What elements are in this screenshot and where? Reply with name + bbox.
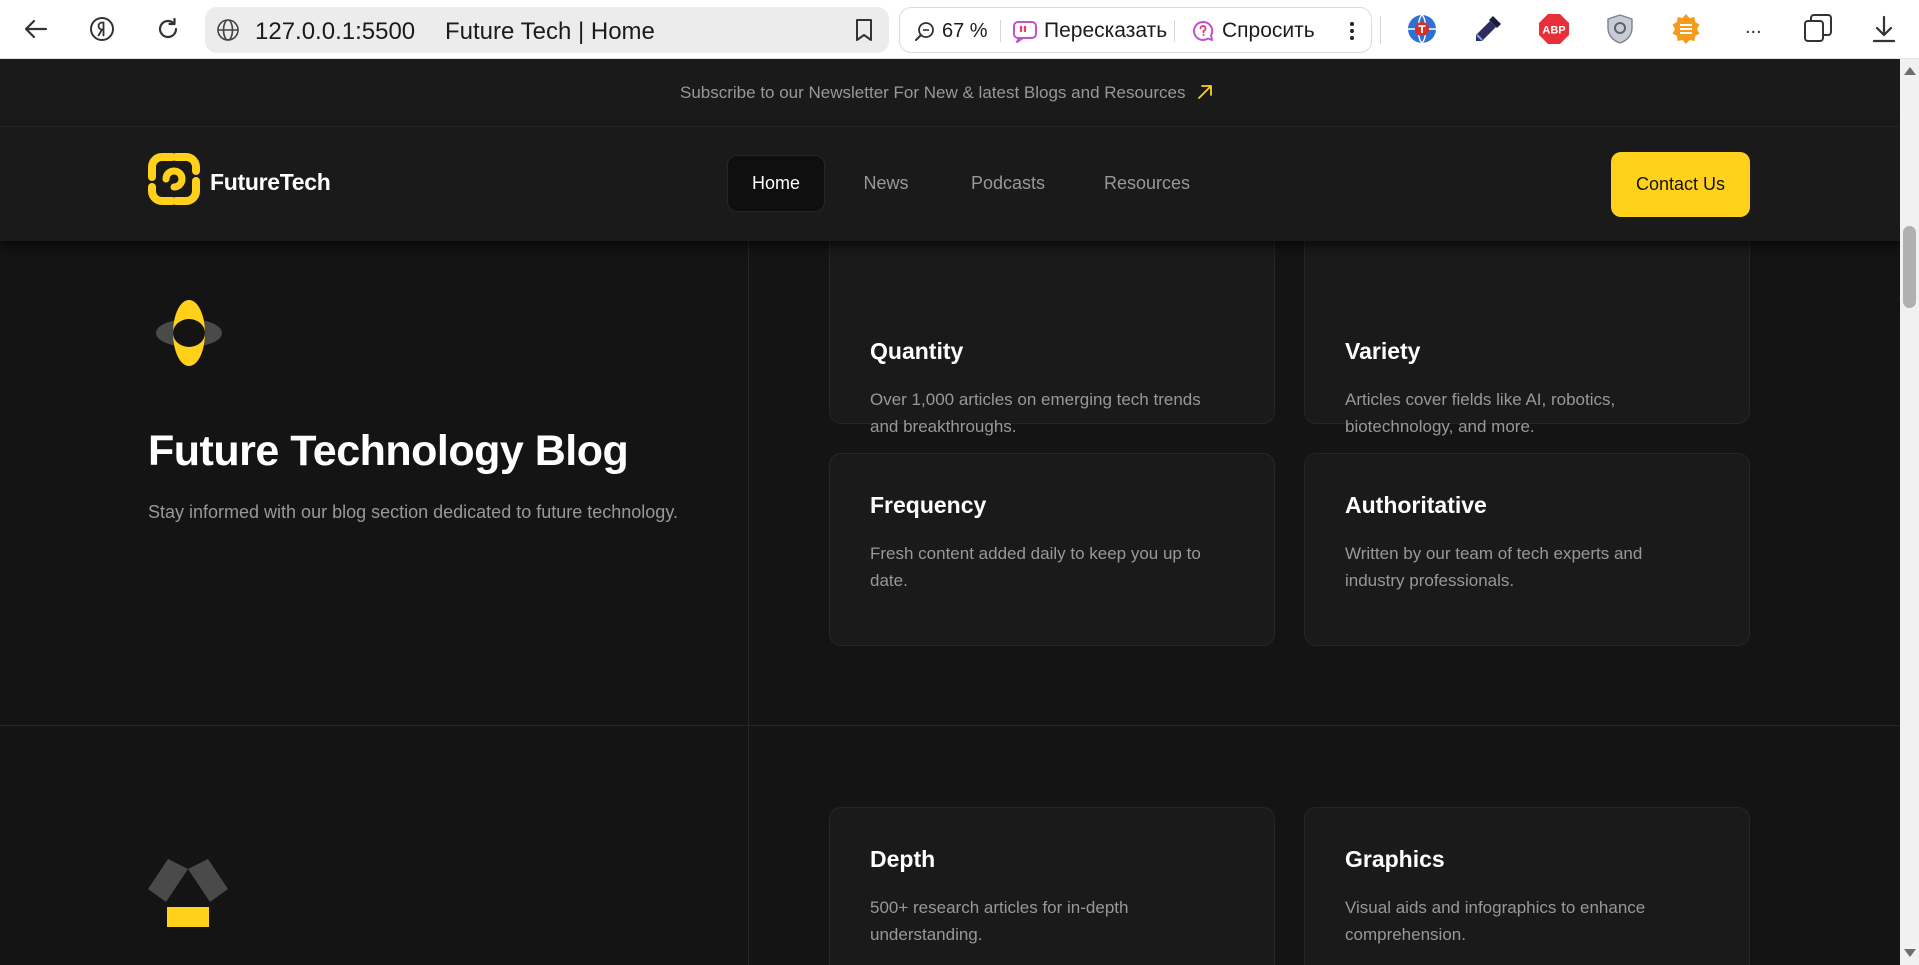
vertical-scrollbar[interactable] [1900, 59, 1919, 965]
feature-card-frequency: Frequency Fresh content added daily to k… [829, 453, 1275, 646]
retell-button[interactable]: Пересказать [1044, 19, 1167, 43]
browser-toolbar: 127.0.0.1:5500 Future Tech | Home 67 % П… [0, 0, 1919, 59]
page-content: Subscribe to our Newsletter For New & la… [0, 59, 1900, 965]
feature-title: Authoritative [1345, 492, 1487, 518]
tabs-icon[interactable] [1801, 12, 1835, 46]
feature-title: Variety [1345, 338, 1421, 364]
bookmark-icon[interactable] [851, 17, 877, 43]
nav-item-label: Podcasts [970, 173, 1046, 193]
more-extensions-button[interactable]: ... [1745, 16, 1762, 39]
nav-item-label: News [863, 173, 909, 193]
feature-card-quantity: Quantity Over 1,000 articles on emerging… [829, 214, 1275, 436]
futuretech-logo-icon[interactable] [148, 153, 200, 205]
contact-us-label: Contact Us [1635, 174, 1726, 194]
feature-text: Over 1,000 articles on emerging tech tre… [870, 390, 1201, 436]
feature-card-graphics: Graphics Visual aids and infographics to… [1304, 807, 1750, 965]
feature-text: Articles cover fields like AI, robotics,… [1345, 390, 1616, 436]
nav-item-home[interactable]: Home [727, 155, 825, 212]
divider [1174, 20, 1175, 42]
download-icon[interactable] [1867, 12, 1901, 46]
nav-item-resources[interactable]: Resources [1094, 155, 1200, 212]
browser-tools-group: 67 % Пересказать Спросить [899, 7, 1372, 53]
research-graphic-icon [148, 859, 228, 927]
address-bar[interactable]: 127.0.0.1:5500 Future Tech | Home [205, 7, 889, 53]
page-title: Future Technology Blog [148, 427, 629, 475]
nav-item-news[interactable]: News [846, 155, 926, 212]
zoom-level[interactable]: 67 % [942, 20, 988, 43]
divider [1000, 20, 1001, 42]
retell-icon[interactable] [1012, 19, 1038, 43]
feature-card-depth: Depth 500+ research articles for in-dept… [829, 807, 1275, 965]
feature-title: Frequency [870, 492, 987, 518]
newsletter-banner[interactable]: Subscribe to our Newsletter For New & la… [0, 59, 1900, 127]
nav-item-label: Resources [1103, 173, 1191, 193]
reload-icon[interactable] [148, 9, 188, 49]
divider [0, 725, 1900, 726]
feature-text: Visual aids and infographics to enhance … [1345, 898, 1646, 944]
nav-item-label: Home [751, 173, 800, 193]
back-icon[interactable] [16, 9, 56, 49]
brand-name[interactable]: FutureTech [210, 169, 331, 196]
feature-title: Quantity [870, 338, 964, 364]
kebab-icon[interactable] [1344, 19, 1360, 43]
adblock-label: ABP [1542, 25, 1565, 37]
shield-extension-icon[interactable] [1603, 12, 1637, 46]
arrow-up-right-icon[interactable] [1195, 82, 1215, 102]
divider [748, 241, 749, 965]
feature-title: Graphics [1345, 846, 1445, 872]
feature-text: 500+ research articles for in-depth unde… [870, 898, 1129, 944]
tab-title: Future Tech | Home [445, 18, 655, 45]
feature-card-variety: Variety Articles cover fields like AI, r… [1304, 214, 1750, 436]
scroll-up-arrow-icon[interactable] [1904, 67, 1916, 75]
scrollbar-thumb[interactable] [1903, 226, 1916, 308]
ask-icon[interactable] [1190, 19, 1216, 43]
scroll-down-arrow-icon[interactable] [1904, 949, 1916, 957]
newsletter-text[interactable]: Subscribe to our Newsletter For New & la… [680, 83, 1186, 103]
ask-button[interactable]: Спросить [1222, 19, 1315, 43]
zoom-icon[interactable] [914, 20, 936, 42]
adblock-extension-icon[interactable]: ABP [1537, 12, 1571, 46]
translate-extension-icon[interactable] [1405, 12, 1439, 46]
feature-title: Depth [870, 846, 936, 872]
url-text[interactable]: 127.0.0.1:5500 [255, 18, 415, 46]
eyedropper-extension-icon[interactable] [1471, 12, 1505, 46]
yandex-icon[interactable] [82, 9, 122, 49]
orbit-graphic-icon [156, 300, 222, 366]
feature-card-authoritative: Authoritative Written by our team of tec… [1304, 453, 1750, 646]
main-navbar: FutureTech Home News Podcasts Resources … [0, 127, 1900, 241]
globe-icon [217, 19, 239, 41]
menu-extension-icon[interactable] [1669, 12, 1703, 46]
feature-text: Written by our team of tech experts and … [1345, 544, 1643, 590]
page-subtitle: Stay informed with our blog section dedi… [148, 502, 678, 522]
feature-text: Fresh content added daily to keep you up… [870, 544, 1201, 590]
divider [1380, 16, 1381, 44]
contact-us-button[interactable]: Contact Us [1611, 152, 1750, 217]
nav-item-podcasts[interactable]: Podcasts [958, 155, 1058, 212]
